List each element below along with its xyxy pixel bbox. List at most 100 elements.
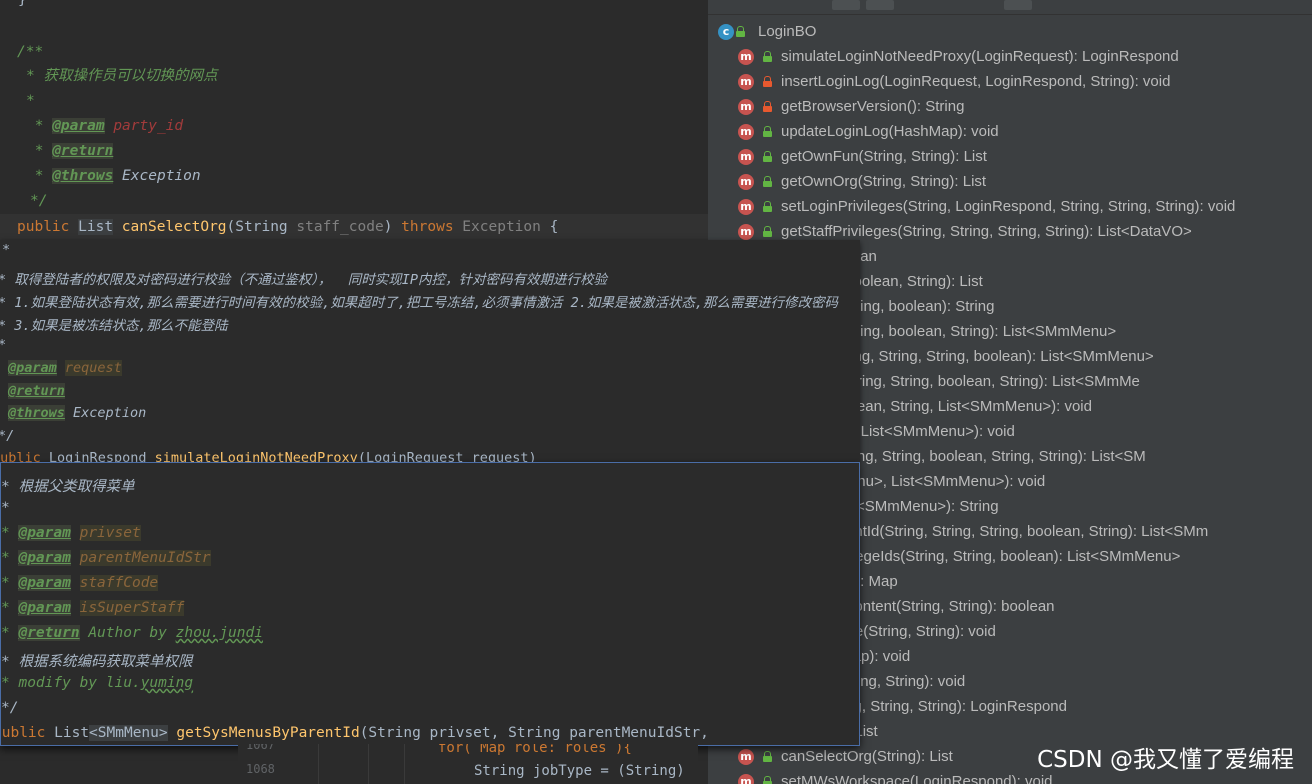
return-tag: @return bbox=[8, 383, 65, 399]
method-signature-label: simulateLoginNotNeedProxy(LoginRequest):… bbox=[781, 48, 1179, 65]
param-tag: @param bbox=[18, 575, 71, 591]
method-signature-label: getOwnOrg(String, String): List bbox=[781, 173, 987, 190]
doc-line: * 3.如果是被冻结状态,那么不能登陆 bbox=[0, 318, 228, 334]
return-type: List bbox=[54, 725, 90, 741]
method-icon: m bbox=[738, 74, 754, 90]
popup-signature[interactable]: public List<SMmMenu> getSysMenusByParent… bbox=[1, 725, 709, 741]
method-icon: m bbox=[738, 174, 754, 190]
doc-return-line: @return bbox=[8, 383, 65, 399]
doc-description: * 根据父类取得菜单 bbox=[1, 479, 135, 495]
param-tag: @param bbox=[18, 525, 71, 541]
toolbar-button[interactable] bbox=[832, 0, 860, 10]
doc-close: */ bbox=[0, 428, 15, 444]
doc-throws-line: * @throws Exception bbox=[26, 164, 201, 189]
doc-star: * bbox=[26, 118, 53, 134]
doc-line: * bbox=[0, 337, 6, 353]
doc-star: * bbox=[1, 600, 10, 616]
doc-star: * bbox=[1, 625, 10, 641]
param-name: parentMenuIdStr bbox=[79, 550, 211, 566]
doc-param-line: * @param isSuperStaff bbox=[1, 600, 185, 616]
structure-class-node[interactable]: c LoginBO bbox=[708, 19, 1312, 44]
keyword-public: public bbox=[17, 219, 70, 235]
param-name: staff_code bbox=[296, 219, 384, 235]
quick-doc-popup-active[interactable]: * 根据父类取得菜单 * * @param privset * @param p… bbox=[0, 462, 860, 746]
doc-description: * 根据系统编码获取菜单权限 bbox=[1, 654, 193, 670]
gutter-divider bbox=[318, 744, 319, 784]
structure-method-item[interactable]: m updateLoginLog(HashMap): void bbox=[708, 119, 1312, 144]
keyword-public: public bbox=[0, 450, 41, 462]
public-lock-icon bbox=[736, 26, 745, 37]
toolbar-button[interactable] bbox=[866, 0, 894, 10]
structure-method-item[interactable]: m getOwnFun(String, String): List bbox=[708, 144, 1312, 169]
doc-return-line: * @return bbox=[26, 139, 114, 164]
param-name: staffCode bbox=[79, 575, 159, 591]
code-text: for( Map role: roles ){ bbox=[438, 744, 632, 756]
doc-param-line: * @param privset bbox=[1, 525, 141, 541]
keyword-public: public bbox=[1, 725, 46, 741]
params-open: (String bbox=[226, 219, 297, 235]
code-line: String jobType = (String) bbox=[474, 763, 685, 779]
throws-type: Exception bbox=[122, 168, 201, 184]
method-signature[interactable]: public List canSelectOrg(String staff_co… bbox=[17, 215, 558, 240]
structure-method-item[interactable]: m insertLoginLog(LoginRequest, LoginRespo… bbox=[708, 69, 1312, 94]
gutter-divider bbox=[404, 744, 405, 784]
public-lock-icon bbox=[763, 126, 772, 137]
doc-param-line: * @param staffCode bbox=[1, 575, 159, 591]
method-signature-label: setLoginPrivileges(String, LoginRespond,… bbox=[781, 198, 1236, 215]
doc-open: /** bbox=[17, 44, 44, 60]
method-icon: m bbox=[738, 774, 754, 784]
popup-signature[interactable]: public LoginRespond simulateLoginNotNeed… bbox=[0, 450, 537, 462]
doc-modify-line: * modify by liu.yuming bbox=[1, 675, 193, 691]
param-name: request bbox=[64, 360, 122, 376]
modify-text: * modify by liu. bbox=[1, 675, 141, 691]
gutter-divider bbox=[368, 744, 369, 784]
private-lock-icon bbox=[763, 76, 772, 87]
method-icon: m bbox=[738, 199, 754, 215]
class-name: LoginBO bbox=[758, 23, 817, 40]
doc-param-line: * @param parentMenuIdStr bbox=[1, 550, 211, 566]
public-lock-icon bbox=[763, 51, 772, 62]
method-icon: m bbox=[738, 49, 754, 65]
param-name: party_id bbox=[113, 118, 184, 134]
doc-star: * bbox=[1, 575, 10, 591]
author-name: zhou.jundi bbox=[175, 625, 263, 641]
method-signature-label: setMWsWorkspace(LoginRespond): void bbox=[781, 773, 1053, 784]
doc-param-line: @param request bbox=[8, 360, 122, 376]
public-lock-icon bbox=[763, 201, 772, 212]
doc-line: * 取得登陆者的权限及对密码进行校验（不通过鉴权）， 同时实现IP内控，针对密码… bbox=[0, 272, 608, 288]
param-name: privset bbox=[79, 525, 141, 541]
return-type[interactable]: List bbox=[78, 219, 114, 235]
param-name: isSuperStaff bbox=[79, 600, 185, 616]
structure-toolbar bbox=[708, 0, 1312, 15]
quick-doc-popup[interactable]: * * 取得登陆者的权限及对密码进行校验（不通过鉴权）， 同时实现IP内控，针对… bbox=[0, 240, 860, 462]
doc-throws-line: @throws Exception bbox=[8, 405, 146, 421]
method-signature-label: insertLoginLog(LoginRequest, LoginRespon… bbox=[781, 73, 1171, 90]
method-icon: m bbox=[738, 749, 754, 765]
method-name[interactable]: getSysMenusByParentId bbox=[176, 725, 359, 741]
param-tag: @param bbox=[52, 118, 105, 134]
doc-param-line: * @param party_id bbox=[26, 114, 183, 139]
editor-gutter-strip: 1067 1068 for( Map role: roles ){ String… bbox=[238, 744, 698, 784]
structure-method-item[interactable]: m setLoginPrivileges(String, LoginRespond… bbox=[708, 194, 1312, 219]
author-text: Author by bbox=[88, 625, 176, 641]
method-name[interactable]: canSelectOrg bbox=[122, 219, 227, 235]
doc-line: * bbox=[2, 242, 11, 258]
params: (LoginRequest request) bbox=[357, 450, 537, 462]
toolbar-button[interactable] bbox=[1004, 0, 1032, 10]
throws-tag: @throws bbox=[8, 405, 65, 421]
keyword-throws: throws bbox=[401, 219, 454, 235]
line-number: 1068 bbox=[246, 762, 275, 776]
structure-method-item[interactable]: m getBrowserVersion(): String bbox=[708, 94, 1312, 119]
structure-method-item[interactable]: m simulateLoginNotNeedProxy(LoginRequest)… bbox=[708, 44, 1312, 69]
method-signature-label: getBrowserVersion(): String bbox=[781, 98, 965, 115]
public-lock-icon bbox=[763, 776, 772, 784]
doc-star: * bbox=[1, 525, 10, 541]
doc-line: * 1.如果登陆状态有效,那么需要进行时间有效的校验,如果超时了,把工号冻结,必… bbox=[0, 295, 839, 311]
modify-name: yuming bbox=[140, 675, 194, 691]
return-tag: @return bbox=[18, 625, 80, 641]
method-icon: m bbox=[738, 224, 754, 240]
structure-method-item[interactable]: m getOwnOrg(String, String): List bbox=[708, 169, 1312, 194]
method-icon: m bbox=[738, 99, 754, 115]
method-name[interactable]: simulateLoginNotNeedProxy bbox=[155, 450, 358, 462]
doc-description: * 获取操作员可以切换的网点 bbox=[26, 68, 218, 84]
